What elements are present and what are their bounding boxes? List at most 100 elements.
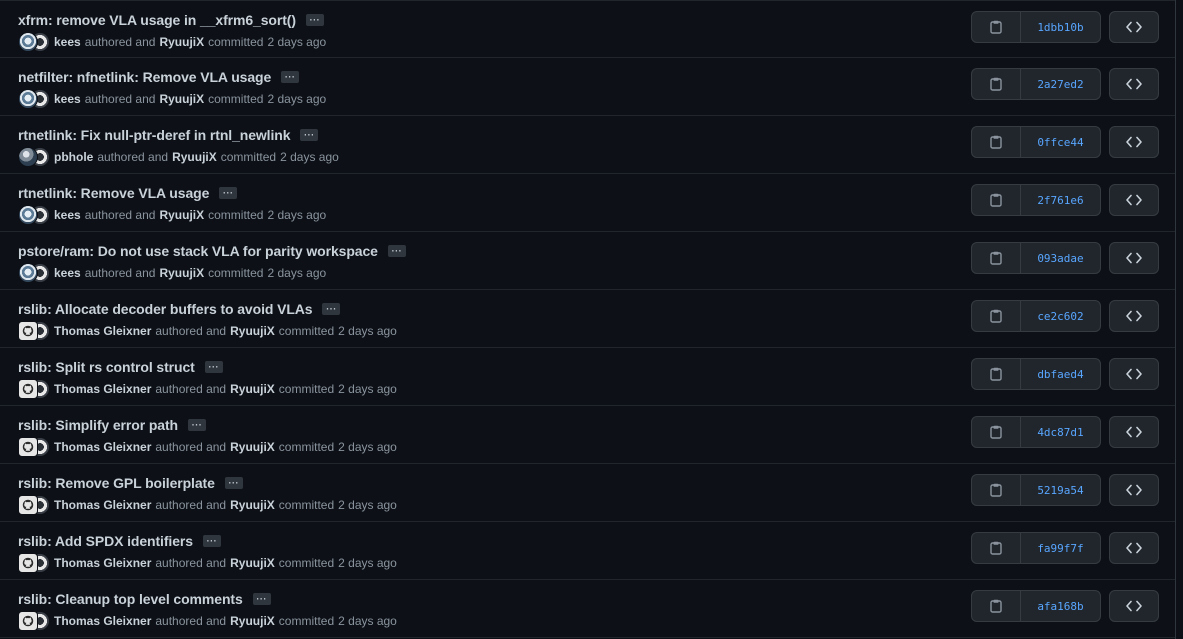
expand-message-button[interactable]: ··· bbox=[188, 419, 206, 431]
commit-sha-link[interactable]: afa168b bbox=[1021, 591, 1100, 621]
relative-time[interactable]: 2 days ago bbox=[267, 266, 326, 280]
committer-link[interactable]: RyuujiX bbox=[230, 440, 275, 454]
commit-title-link[interactable]: xfrm: remove VLA usage in __xfrm6_sort() bbox=[18, 12, 296, 28]
author-avatar[interactable] bbox=[18, 379, 38, 399]
committer-link[interactable]: RyuujiX bbox=[159, 35, 204, 49]
expand-message-button[interactable]: ··· bbox=[224, 477, 243, 489]
author-avatar[interactable] bbox=[18, 147, 38, 167]
avatar-stack[interactable] bbox=[18, 437, 50, 457]
copy-sha-button[interactable] bbox=[972, 12, 1021, 42]
browse-repository-button[interactable] bbox=[1109, 300, 1159, 332]
expand-message-button[interactable]: ··· bbox=[219, 187, 238, 199]
avatar-stack[interactable] bbox=[18, 263, 50, 283]
author-link[interactable]: kees bbox=[54, 92, 81, 106]
copy-sha-button[interactable] bbox=[972, 591, 1021, 621]
committer-link[interactable]: RyuujiX bbox=[159, 92, 204, 106]
relative-time[interactable]: 2 days ago bbox=[338, 324, 397, 338]
commit-sha-link[interactable]: fa99f7f bbox=[1021, 533, 1100, 563]
expand-message-button[interactable]: ··· bbox=[300, 129, 319, 141]
copy-sha-button[interactable] bbox=[972, 475, 1021, 505]
relative-time[interactable]: 2 days ago bbox=[338, 498, 397, 512]
commit-title-link[interactable]: rtnetlink: Remove VLA usage bbox=[18, 185, 209, 201]
avatar-stack[interactable] bbox=[18, 611, 50, 631]
copy-sha-button[interactable] bbox=[972, 243, 1021, 273]
author-link[interactable]: pbhole bbox=[54, 150, 93, 164]
committer-link[interactable]: RyuujiX bbox=[159, 266, 204, 280]
avatar-stack[interactable] bbox=[18, 89, 50, 109]
author-avatar[interactable] bbox=[18, 32, 38, 52]
expand-message-button[interactable]: ··· bbox=[204, 361, 223, 373]
avatar-stack[interactable] bbox=[18, 553, 50, 573]
author-avatar[interactable] bbox=[18, 321, 38, 341]
copy-sha-button[interactable] bbox=[972, 301, 1021, 331]
committer-link[interactable]: RyuujiX bbox=[159, 208, 204, 222]
author-link[interactable]: Thomas Gleixner bbox=[54, 440, 151, 454]
author-avatar[interactable] bbox=[18, 553, 38, 573]
copy-sha-button[interactable] bbox=[972, 69, 1021, 99]
commit-sha-link[interactable]: 0ffce44 bbox=[1021, 127, 1100, 157]
relative-time[interactable]: 2 days ago bbox=[338, 614, 397, 628]
browse-repository-button[interactable] bbox=[1109, 590, 1159, 622]
commit-sha-link[interactable]: 5219a54 bbox=[1021, 475, 1100, 505]
committer-link[interactable]: RyuujiX bbox=[172, 150, 217, 164]
relative-time[interactable]: 2 days ago bbox=[267, 208, 326, 222]
commit-sha-link[interactable]: 1dbb10b bbox=[1021, 12, 1100, 42]
author-link[interactable]: Thomas Gleixner bbox=[54, 614, 151, 628]
expand-message-button[interactable]: ··· bbox=[305, 14, 324, 26]
author-avatar[interactable] bbox=[18, 495, 38, 515]
relative-time[interactable]: 2 days ago bbox=[267, 92, 326, 106]
relative-time[interactable]: 2 days ago bbox=[338, 440, 397, 454]
relative-time[interactable]: 2 days ago bbox=[338, 556, 397, 570]
author-link[interactable]: kees bbox=[54, 266, 81, 280]
browse-repository-button[interactable] bbox=[1109, 474, 1159, 506]
expand-message-button[interactable]: ··· bbox=[202, 535, 221, 547]
commit-sha-link[interactable]: 2a27ed2 bbox=[1021, 69, 1100, 99]
author-link[interactable]: Thomas Gleixner bbox=[54, 498, 151, 512]
commit-title-link[interactable]: rslib: Remove GPL boilerplate bbox=[18, 475, 215, 491]
browse-repository-button[interactable] bbox=[1109, 416, 1159, 448]
relative-time[interactable]: 2 days ago bbox=[267, 35, 326, 49]
browse-repository-button[interactable] bbox=[1109, 242, 1159, 274]
browse-repository-button[interactable] bbox=[1109, 532, 1159, 564]
copy-sha-button[interactable] bbox=[972, 127, 1021, 157]
browse-repository-button[interactable] bbox=[1109, 68, 1159, 100]
avatar-stack[interactable] bbox=[18, 147, 50, 167]
commit-title-link[interactable]: rslib: Add SPDX identifiers bbox=[18, 533, 193, 549]
avatar-stack[interactable] bbox=[18, 379, 50, 399]
browse-repository-button[interactable] bbox=[1109, 358, 1159, 390]
avatar-stack[interactable] bbox=[18, 32, 50, 52]
browse-repository-button[interactable] bbox=[1109, 11, 1159, 43]
avatar-stack[interactable] bbox=[18, 205, 50, 225]
committer-link[interactable]: RyuujiX bbox=[230, 614, 275, 628]
author-link[interactable]: kees bbox=[54, 35, 81, 49]
commit-sha-link[interactable]: 4dc87d1 bbox=[1021, 417, 1100, 447]
commit-title-link[interactable]: rslib: Split rs control struct bbox=[18, 359, 195, 375]
committer-link[interactable]: RyuujiX bbox=[230, 498, 275, 512]
commit-title-link[interactable]: netfilter: nfnetlink: Remove VLA usage bbox=[18, 69, 271, 85]
commit-sha-link[interactable]: dbfaed4 bbox=[1021, 359, 1100, 389]
avatar-stack[interactable] bbox=[18, 495, 50, 515]
commit-title-link[interactable]: rtnetlink: Fix null-ptr-deref in rtnl_ne… bbox=[18, 127, 291, 143]
copy-sha-button[interactable] bbox=[972, 533, 1021, 563]
browse-repository-button[interactable] bbox=[1109, 184, 1159, 216]
committer-link[interactable]: RyuujiX bbox=[230, 382, 275, 396]
author-avatar[interactable] bbox=[18, 205, 38, 225]
relative-time[interactable]: 2 days ago bbox=[280, 150, 339, 164]
copy-sha-button[interactable] bbox=[972, 185, 1021, 215]
expand-message-button[interactable]: ··· bbox=[281, 71, 300, 83]
commit-sha-link[interactable]: 2f761e6 bbox=[1021, 185, 1100, 215]
avatar-stack[interactable] bbox=[18, 321, 50, 341]
author-avatar[interactable] bbox=[18, 263, 38, 283]
committer-link[interactable]: RyuujiX bbox=[230, 556, 275, 570]
author-link[interactable]: Thomas Gleixner bbox=[54, 382, 151, 396]
author-link[interactable]: Thomas Gleixner bbox=[54, 556, 151, 570]
commit-title-link[interactable]: pstore/ram: Do not use stack VLA for par… bbox=[18, 243, 378, 259]
commit-title-link[interactable]: rslib: Simplify error path bbox=[18, 417, 178, 433]
expand-message-button[interactable]: ··· bbox=[252, 593, 271, 605]
commit-title-link[interactable]: rslib: Cleanup top level comments bbox=[18, 591, 243, 607]
commit-sha-link[interactable]: 093adae bbox=[1021, 243, 1100, 273]
author-avatar[interactable] bbox=[18, 437, 38, 457]
author-link[interactable]: kees bbox=[54, 208, 81, 222]
author-avatar[interactable] bbox=[18, 89, 38, 109]
browse-repository-button[interactable] bbox=[1109, 126, 1159, 158]
